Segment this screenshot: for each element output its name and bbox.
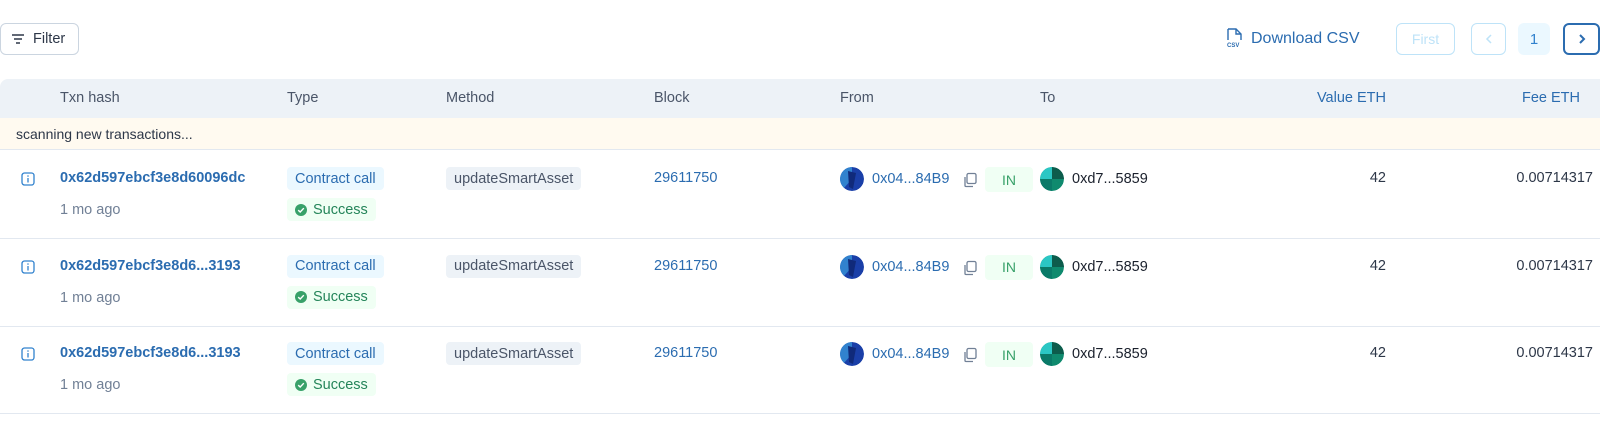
to-address-avatar bbox=[1040, 342, 1064, 366]
from-address-avatar bbox=[840, 254, 864, 279]
scanning-banner: scanning new transactions... bbox=[0, 118, 1600, 150]
block-link[interactable]: 29611750 bbox=[654, 258, 717, 274]
block-link[interactable]: 29611750 bbox=[654, 170, 717, 186]
table-row: 0x62d597ebcf3e8d6...3193 1 mo ago Contra… bbox=[0, 239, 1600, 327]
status-label: Success bbox=[313, 201, 368, 218]
copy-icon[interactable] bbox=[962, 260, 978, 276]
info-icon[interactable] bbox=[21, 347, 35, 361]
pagination-current-page: 1 bbox=[1518, 23, 1550, 55]
scanning-text: scanning new transactions... bbox=[16, 126, 193, 142]
table-row: 0x62d597ebcf3e8d6...3193 1 mo ago Contra… bbox=[0, 326, 1600, 414]
value-eth: 42 bbox=[1369, 170, 1386, 186]
status-badge: Success bbox=[287, 285, 376, 309]
info-icon[interactable] bbox=[21, 172, 35, 186]
value-eth: 42 bbox=[1369, 257, 1386, 274]
txn-type-badge: Contract call bbox=[287, 342, 384, 365]
check-circle-icon bbox=[295, 203, 307, 216]
status-label: Success bbox=[313, 376, 368, 393]
from-address-link[interactable]: 0x04...84B9 bbox=[872, 259, 949, 275]
filter-button[interactable]: Filter bbox=[0, 23, 79, 55]
txn-type-badge: Contract call bbox=[287, 254, 384, 278]
header-fee-eth[interactable]: Fee ETH bbox=[1522, 90, 1580, 106]
header-to: To bbox=[1040, 90, 1056, 106]
from-address-link[interactable]: 0x04...84B9 bbox=[872, 171, 949, 187]
txn-age: 1 mo ago bbox=[60, 289, 121, 306]
copy-icon[interactable] bbox=[962, 347, 978, 363]
svg-text:CSV: CSV bbox=[1227, 43, 1239, 49]
table-header: Txn hash Type Method Block From To Value… bbox=[0, 79, 1600, 118]
pagination-next-button[interactable] bbox=[1563, 23, 1600, 55]
direction-badge: IN bbox=[985, 167, 1033, 192]
txn-age: 1 mo ago bbox=[60, 202, 121, 218]
direction-badge: IN bbox=[985, 254, 1033, 280]
header-method: Method bbox=[446, 90, 495, 106]
filter-icon bbox=[12, 34, 24, 44]
pagination-first-button[interactable]: First bbox=[1396, 23, 1455, 55]
header-type: Type bbox=[287, 90, 319, 106]
header-txn-hash: Txn hash bbox=[60, 90, 120, 106]
txn-hash-link[interactable]: 0x62d597ebcf3e8d60096dc bbox=[60, 170, 260, 186]
txn-age: 1 mo ago bbox=[60, 377, 121, 393]
info-icon[interactable] bbox=[21, 259, 35, 274]
pagination-first-label: First bbox=[1411, 31, 1440, 47]
current-page-number: 1 bbox=[1529, 30, 1539, 48]
toolbar: Filter CSV Download CSV First 1 bbox=[0, 0, 1600, 79]
check-circle-icon bbox=[295, 378, 307, 391]
header-value-eth[interactable]: Value ETH bbox=[1317, 90, 1386, 106]
value-eth: 42 bbox=[1369, 345, 1386, 361]
from-address-avatar bbox=[840, 167, 864, 191]
copy-icon[interactable] bbox=[962, 172, 978, 188]
check-circle-icon bbox=[295, 291, 307, 303]
table-row: 0x62d597ebcf3e8d60096dc 1 mo ago Contrac… bbox=[0, 151, 1600, 239]
download-csv-label: Download CSV bbox=[1251, 29, 1360, 47]
chevron-right-icon bbox=[1578, 34, 1585, 44]
to-address-avatar bbox=[1040, 167, 1064, 191]
fee-eth: 0.00714317 bbox=[1516, 170, 1593, 186]
pagination-prev-button[interactable] bbox=[1471, 23, 1506, 55]
from-address-link[interactable]: 0x04...84B9 bbox=[872, 346, 949, 362]
method-badge: updateSmartAsset bbox=[446, 254, 582, 278]
header-from: From bbox=[840, 90, 874, 106]
block-link[interactable]: 29611750 bbox=[654, 345, 717, 361]
direction-badge: IN bbox=[985, 342, 1033, 367]
csv-file-icon: CSV bbox=[1227, 28, 1242, 49]
to-address[interactable]: 0xd7...5859 bbox=[1072, 259, 1148, 275]
status-badge: Success bbox=[287, 373, 376, 396]
chevron-left-icon bbox=[1485, 34, 1492, 44]
txn-type-badge: Contract call bbox=[287, 167, 384, 190]
status-badge: Success bbox=[287, 198, 376, 221]
fee-eth: 0.00714317 bbox=[1516, 345, 1593, 361]
from-address-avatar bbox=[840, 342, 864, 366]
to-address[interactable]: 0xd7...5859 bbox=[1072, 346, 1148, 362]
fee-eth: 0.00714317 bbox=[1516, 257, 1593, 274]
method-badge: updateSmartAsset bbox=[446, 342, 582, 365]
to-address-avatar bbox=[1040, 254, 1064, 279]
filter-label: Filter bbox=[33, 31, 66, 47]
download-csv-button[interactable]: CSV Download CSV bbox=[1226, 28, 1360, 49]
status-label: Success bbox=[313, 289, 368, 305]
txn-hash-link[interactable]: 0x62d597ebcf3e8d6...3193 bbox=[60, 258, 260, 274]
method-badge: updateSmartAsset bbox=[446, 167, 582, 190]
to-address[interactable]: 0xd7...5859 bbox=[1072, 171, 1148, 187]
txn-hash-link[interactable]: 0x62d597ebcf3e8d6...3193 bbox=[60, 345, 260, 361]
header-block: Block bbox=[654, 90, 690, 106]
